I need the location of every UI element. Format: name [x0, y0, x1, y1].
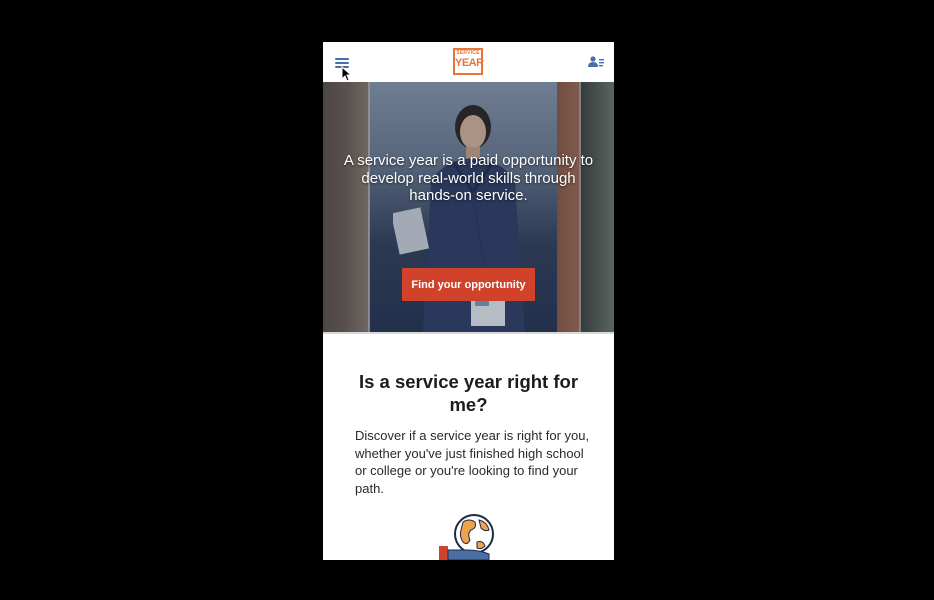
- mouse-cursor-icon: [341, 66, 351, 82]
- mobile-viewport: SERVICE YEAR A service year is a paid op…: [323, 42, 614, 560]
- section-description: Discover if a service year is right for …: [355, 428, 590, 496]
- user-list-icon[interactable]: [588, 56, 604, 68]
- logo-line-2: YEAR: [455, 57, 484, 69]
- section-heading: Is a service year right for me?: [358, 371, 579, 415]
- globe-hand-icon: [439, 514, 494, 560]
- hero-banner: A service year is a paid opportunity to …: [323, 82, 614, 332]
- site-header: SERVICE YEAR: [323, 42, 614, 82]
- hero-headline: A service year is a paid opportunity to …: [343, 152, 594, 204]
- section-divider: [323, 332, 614, 334]
- service-year-logo[interactable]: SERVICE YEAR: [453, 48, 484, 75]
- find-opportunity-button[interactable]: Find your opportunity: [402, 268, 535, 301]
- logo-line-1: SERVICE: [456, 50, 480, 56]
